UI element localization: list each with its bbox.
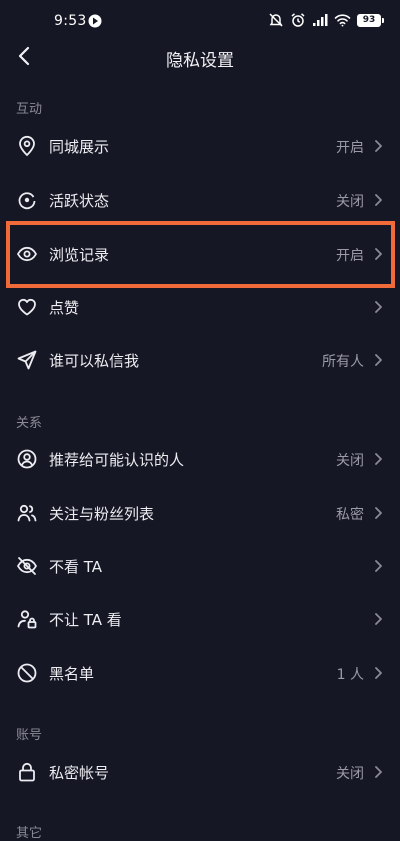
chevron-right-icon xyxy=(372,192,384,208)
row-blacklist[interactable]: 黑名单 1 人 xyxy=(0,647,400,699)
row-label: 不看 TA xyxy=(49,558,103,576)
row-label: 同城展示 xyxy=(49,138,110,156)
row-who-can-message[interactable]: 谁可以私信我 所有人 xyxy=(0,334,400,386)
row-label: 私密帐号 xyxy=(49,764,110,782)
wifi-icon xyxy=(334,13,351,27)
section-header-interaction: 互动 xyxy=(16,102,43,117)
row-value: 关闭 xyxy=(336,194,364,210)
user-circle-icon xyxy=(16,448,38,470)
section-header-account: 账号 xyxy=(16,728,43,743)
users-icon xyxy=(16,502,38,524)
row-label: 不让 TA 看 xyxy=(49,611,122,629)
chevron-right-icon xyxy=(372,352,384,368)
alarm-off-icon xyxy=(268,12,284,28)
eye-off-icon xyxy=(16,555,38,577)
row-label: 黑名单 xyxy=(49,665,95,683)
row-value: 私密 xyxy=(336,507,364,523)
app-notification-icon xyxy=(88,13,102,28)
row-label: 关注与粉丝列表 xyxy=(49,505,155,523)
row-label: 活跃状态 xyxy=(49,192,110,210)
battery-level: 93 xyxy=(357,13,381,27)
user-lock-icon xyxy=(16,608,38,630)
cellular-signal-icon xyxy=(312,13,328,27)
page-title: 隐私设置 xyxy=(166,51,234,71)
row-value: 关闭 xyxy=(336,453,364,469)
row-label: 谁可以私信我 xyxy=(49,352,140,370)
chevron-right-icon xyxy=(372,505,384,521)
row-hide-my-content[interactable]: 不让 TA 看 xyxy=(0,593,400,645)
chevron-right-icon xyxy=(372,558,384,574)
highlight-box xyxy=(6,221,395,288)
row-value: 开启 xyxy=(336,140,364,156)
nav-bar: 隐私设置 xyxy=(0,36,400,76)
chevron-right-icon xyxy=(372,451,384,467)
status-time: 9:53 xyxy=(54,13,87,29)
chevron-right-icon xyxy=(372,611,384,627)
row-follow-and-fans-list[interactable]: 关注与粉丝列表 私密 xyxy=(0,487,400,539)
row-label: 点赞 xyxy=(49,299,80,317)
lock-icon xyxy=(16,761,38,783)
alarm-clock-icon xyxy=(290,12,306,28)
row-value: 1 人 xyxy=(336,667,364,683)
row-label: 推荐给可能认识的人 xyxy=(49,451,185,469)
status-bar: 9:53 93 xyxy=(0,0,400,40)
row-value: 所有人 xyxy=(322,354,364,370)
section-header-relations: 关系 xyxy=(16,416,43,431)
section-header-other: 其它 xyxy=(16,826,43,841)
status-icons: 93 xyxy=(268,12,384,28)
send-icon xyxy=(16,349,38,371)
row-likes[interactable]: 点赞 xyxy=(0,281,400,333)
activity-status-icon xyxy=(16,189,38,211)
heart-icon xyxy=(16,296,38,318)
row-active-status[interactable]: 活跃状态 关闭 xyxy=(0,174,400,226)
chevron-right-icon xyxy=(372,764,384,780)
chevron-right-icon xyxy=(372,665,384,681)
chevron-right-icon xyxy=(372,138,384,154)
row-value: 关闭 xyxy=(336,766,364,782)
block-icon xyxy=(16,662,38,684)
battery-indicator: 93 xyxy=(357,13,384,27)
chevron-right-icon xyxy=(372,299,384,315)
row-local-display[interactable]: 同城展示 开启 xyxy=(0,120,400,172)
row-hide-their-content[interactable]: 不看 TA xyxy=(0,540,400,592)
row-recommend-to-acquaintances[interactable]: 推荐给可能认识的人 关闭 xyxy=(0,433,400,485)
row-private-account[interactable]: 私密帐号 关闭 xyxy=(0,746,400,798)
location-pin-icon xyxy=(16,135,38,157)
